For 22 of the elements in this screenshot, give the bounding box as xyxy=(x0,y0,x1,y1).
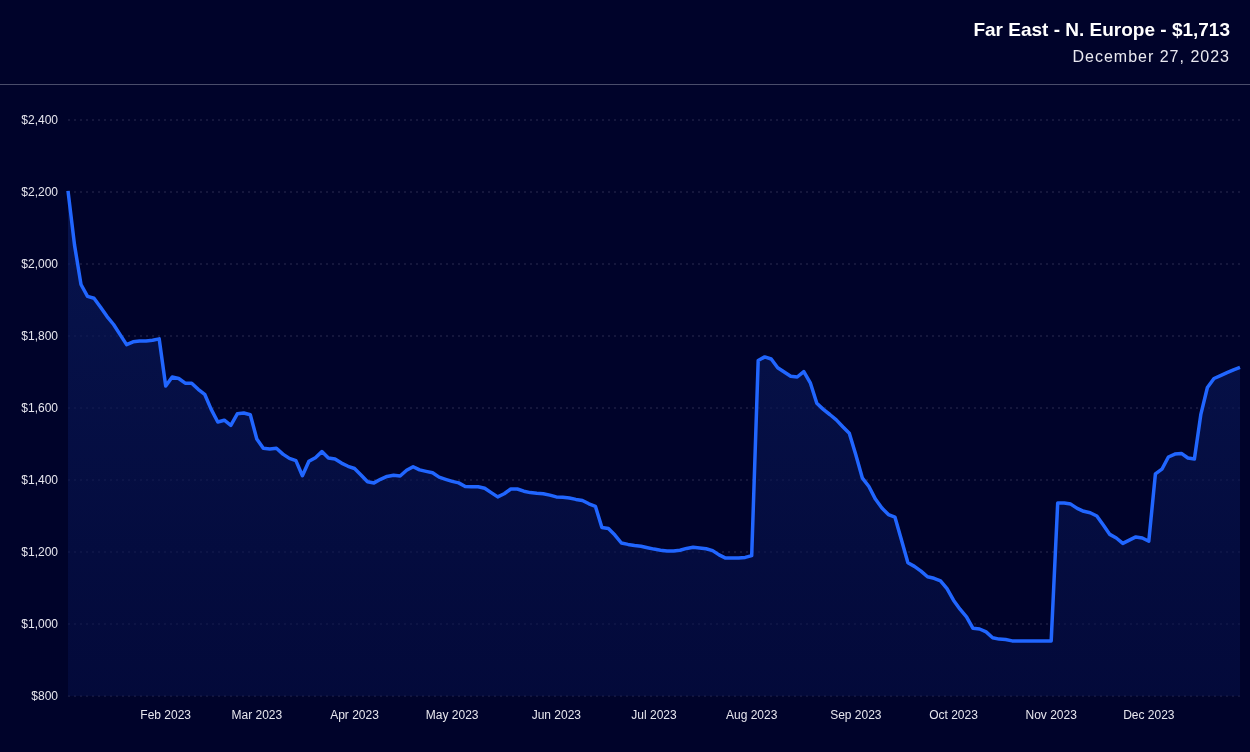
chart-title: Far East - N. Europe - $1,713 xyxy=(973,18,1230,42)
y-axis-label: $1,400 xyxy=(21,473,58,487)
chart-date: December 27, 2023 xyxy=(1072,47,1230,67)
x-axis-label: May 2023 xyxy=(425,708,479,722)
x-axis-label: Mar 2023 xyxy=(231,708,283,722)
x-axis-label: Aug 2023 xyxy=(725,708,778,722)
x-axis-label: Oct 2023 xyxy=(929,708,978,722)
x-axis-label: Apr 2023 xyxy=(330,708,379,722)
y-axis-label: $2,400 xyxy=(21,113,58,127)
x-axis-label: Sep 2023 xyxy=(830,708,882,722)
y-axis-label: $800 xyxy=(31,689,58,703)
y-axis-label: $2,200 xyxy=(21,185,58,199)
x-axis-label: Jun 2023 xyxy=(531,708,582,722)
y-axis-label: $2,000 xyxy=(21,257,58,271)
x-axis-label: Nov 2023 xyxy=(1025,708,1077,722)
y-axis-label: $1,800 xyxy=(21,329,58,343)
x-axis-label: Feb 2023 xyxy=(140,708,192,722)
x-axis-label: Jul 2023 xyxy=(631,708,677,722)
y-axis-label: $1,200 xyxy=(21,545,58,559)
y-axis-label: $1,600 xyxy=(21,401,58,415)
x-axis-label: Dec 2023 xyxy=(1123,708,1175,722)
y-axis-label: $1,000 xyxy=(21,617,58,631)
